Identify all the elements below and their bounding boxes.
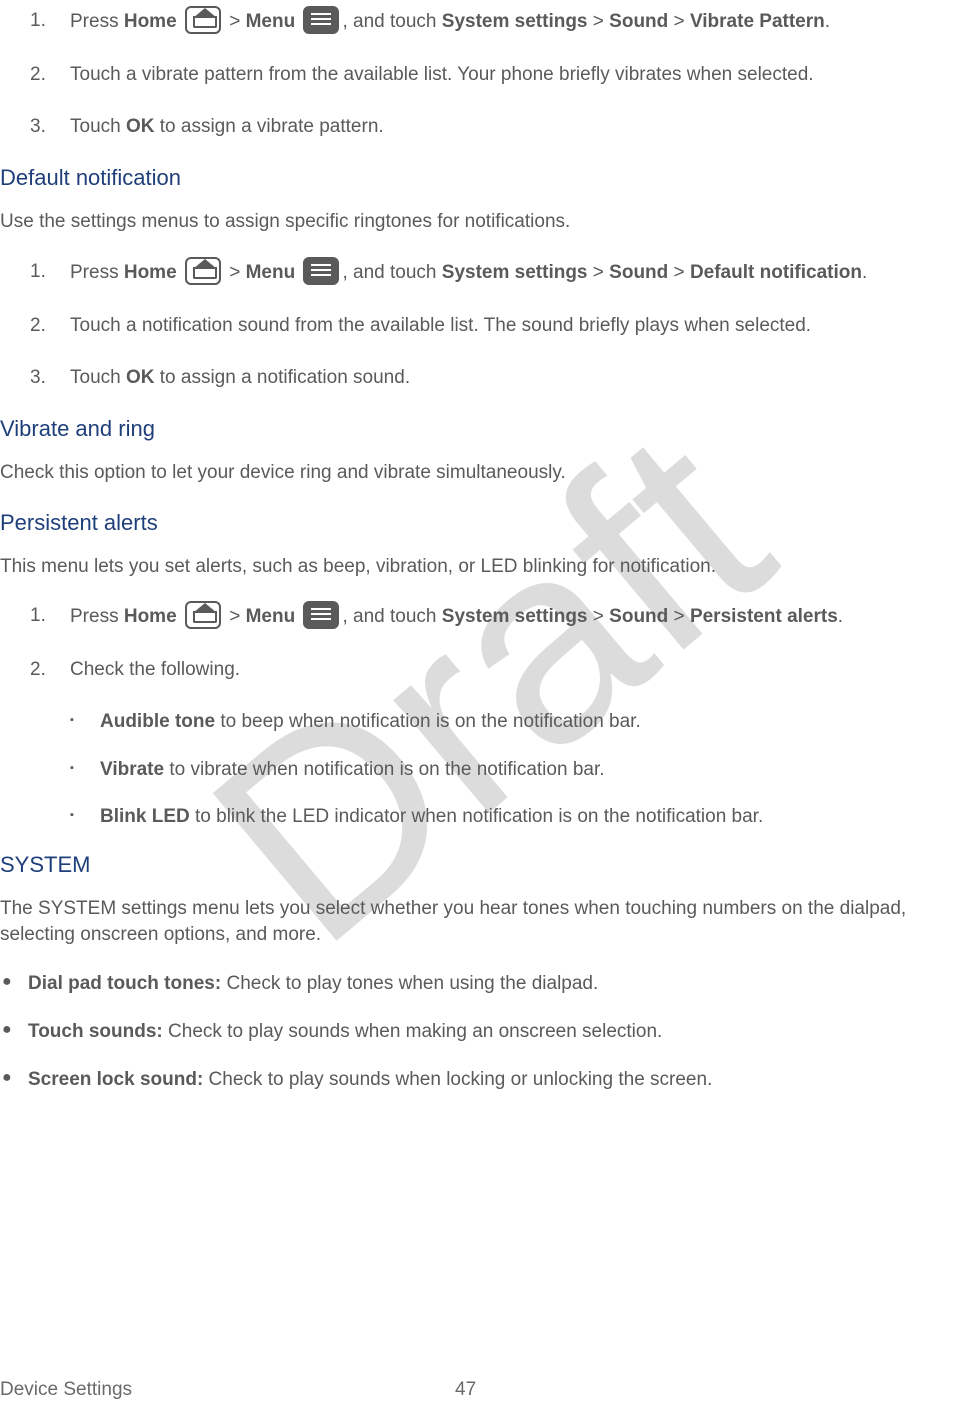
- home-icon: [185, 257, 221, 285]
- step-text: Touch OK to assign a vibrate pattern.: [70, 114, 979, 140]
- heading-vibrate-and-ring: Vibrate and ring: [0, 416, 979, 442]
- option-vibrate: ▪ Vibrate to vibrate when notification i…: [70, 757, 979, 783]
- option-text: Vibrate to vibrate when notification is …: [100, 757, 605, 783]
- square-bullet-icon: ▪: [70, 804, 100, 830]
- step-number: 3.: [30, 365, 70, 391]
- step-number: 3.: [30, 114, 70, 140]
- vibrate-pattern-steps: 1. Press Home > Menu , and touch System …: [0, 8, 979, 139]
- step-3: 3. Touch OK to assign a vibrate pattern.: [0, 114, 979, 140]
- square-bullet-icon: ▪: [70, 709, 100, 735]
- footer-section: Device Settings: [0, 1379, 132, 1401]
- option-blink-led: ▪ Blink LED to blink the LED indicator w…: [70, 804, 979, 830]
- persistent-alerts-desc: This menu lets you set alerts, such as b…: [0, 554, 979, 580]
- step-1: 1. Press Home > Menu , and touch System …: [0, 259, 979, 287]
- heading-persistent-alerts: Persistent alerts: [0, 510, 979, 536]
- footer-page-number: 47: [455, 1379, 476, 1401]
- menu-icon: [303, 6, 339, 34]
- page-footer: Device Settings 47: [0, 1379, 979, 1401]
- step-text: Touch a vibrate pattern from the availab…: [70, 62, 979, 88]
- step-2: 2. Touch a vibrate pattern from the avai…: [0, 62, 979, 88]
- step-number: 2.: [30, 657, 70, 683]
- option-text: Touch sounds: Check to play sounds when …: [28, 1019, 662, 1045]
- option-text: Blink LED to blink the LED indicator whe…: [100, 804, 763, 830]
- heading-default-notification: Default notification: [0, 165, 979, 191]
- default-notification-desc: Use the settings menus to assign specifi…: [0, 209, 979, 235]
- option-audible-tone: ▪ Audible tone to beep when notification…: [70, 709, 979, 735]
- step-3: 3. Touch OK to assign a notification sou…: [0, 365, 979, 391]
- square-bullet-icon: ▪: [70, 757, 100, 783]
- step-number: 1.: [30, 259, 70, 287]
- option-screen-lock: ● Screen lock sound: Check to play sound…: [0, 1067, 979, 1093]
- step-text: Touch a notification sound from the avai…: [70, 313, 979, 339]
- persistent-alerts-options: ▪ Audible tone to beep when notification…: [0, 709, 979, 830]
- step-number: 2.: [30, 62, 70, 88]
- step-text: Press Home > Menu , and touch System set…: [70, 259, 979, 287]
- persistent-alerts-steps: 1. Press Home > Menu , and touch System …: [0, 603, 979, 683]
- vibrate-and-ring-desc: Check this option to let your device rin…: [0, 460, 979, 486]
- dot-bullet-icon: ●: [0, 1019, 28, 1045]
- menu-icon: [303, 601, 339, 629]
- dot-bullet-icon: ●: [0, 971, 28, 997]
- step-number: 1.: [30, 603, 70, 631]
- home-icon: [185, 6, 221, 34]
- option-dial-pad: ● Dial pad touch tones: Check to play to…: [0, 971, 979, 997]
- option-touch-sounds: ● Touch sounds: Check to play sounds whe…: [0, 1019, 979, 1045]
- step-number: 1.: [30, 8, 70, 36]
- home-icon: [185, 601, 221, 629]
- system-options: ● Dial pad touch tones: Check to play to…: [0, 971, 979, 1092]
- option-text: Screen lock sound: Check to play sounds …: [28, 1067, 712, 1093]
- step-2: 2. Touch a notification sound from the a…: [0, 313, 979, 339]
- system-desc: The SYSTEM settings menu lets you select…: [0, 896, 979, 947]
- menu-icon: [303, 257, 339, 285]
- step-2: 2. Check the following.: [0, 657, 979, 683]
- step-1: 1. Press Home > Menu , and touch System …: [0, 8, 979, 36]
- step-number: 2.: [30, 313, 70, 339]
- dot-bullet-icon: ●: [0, 1067, 28, 1093]
- step-text: Press Home > Menu , and touch System set…: [70, 603, 979, 631]
- heading-system: SYSTEM: [0, 852, 979, 878]
- step-text: Press Home > Menu , and touch System set…: [70, 8, 979, 36]
- default-notification-steps: 1. Press Home > Menu , and touch System …: [0, 259, 979, 390]
- step-text: Check the following.: [70, 657, 979, 683]
- step-1: 1. Press Home > Menu , and touch System …: [0, 603, 979, 631]
- step-text: Touch OK to assign a notification sound.: [70, 365, 979, 391]
- option-text: Audible tone to beep when notification i…: [100, 709, 641, 735]
- option-text: Dial pad touch tones: Check to play tone…: [28, 971, 598, 997]
